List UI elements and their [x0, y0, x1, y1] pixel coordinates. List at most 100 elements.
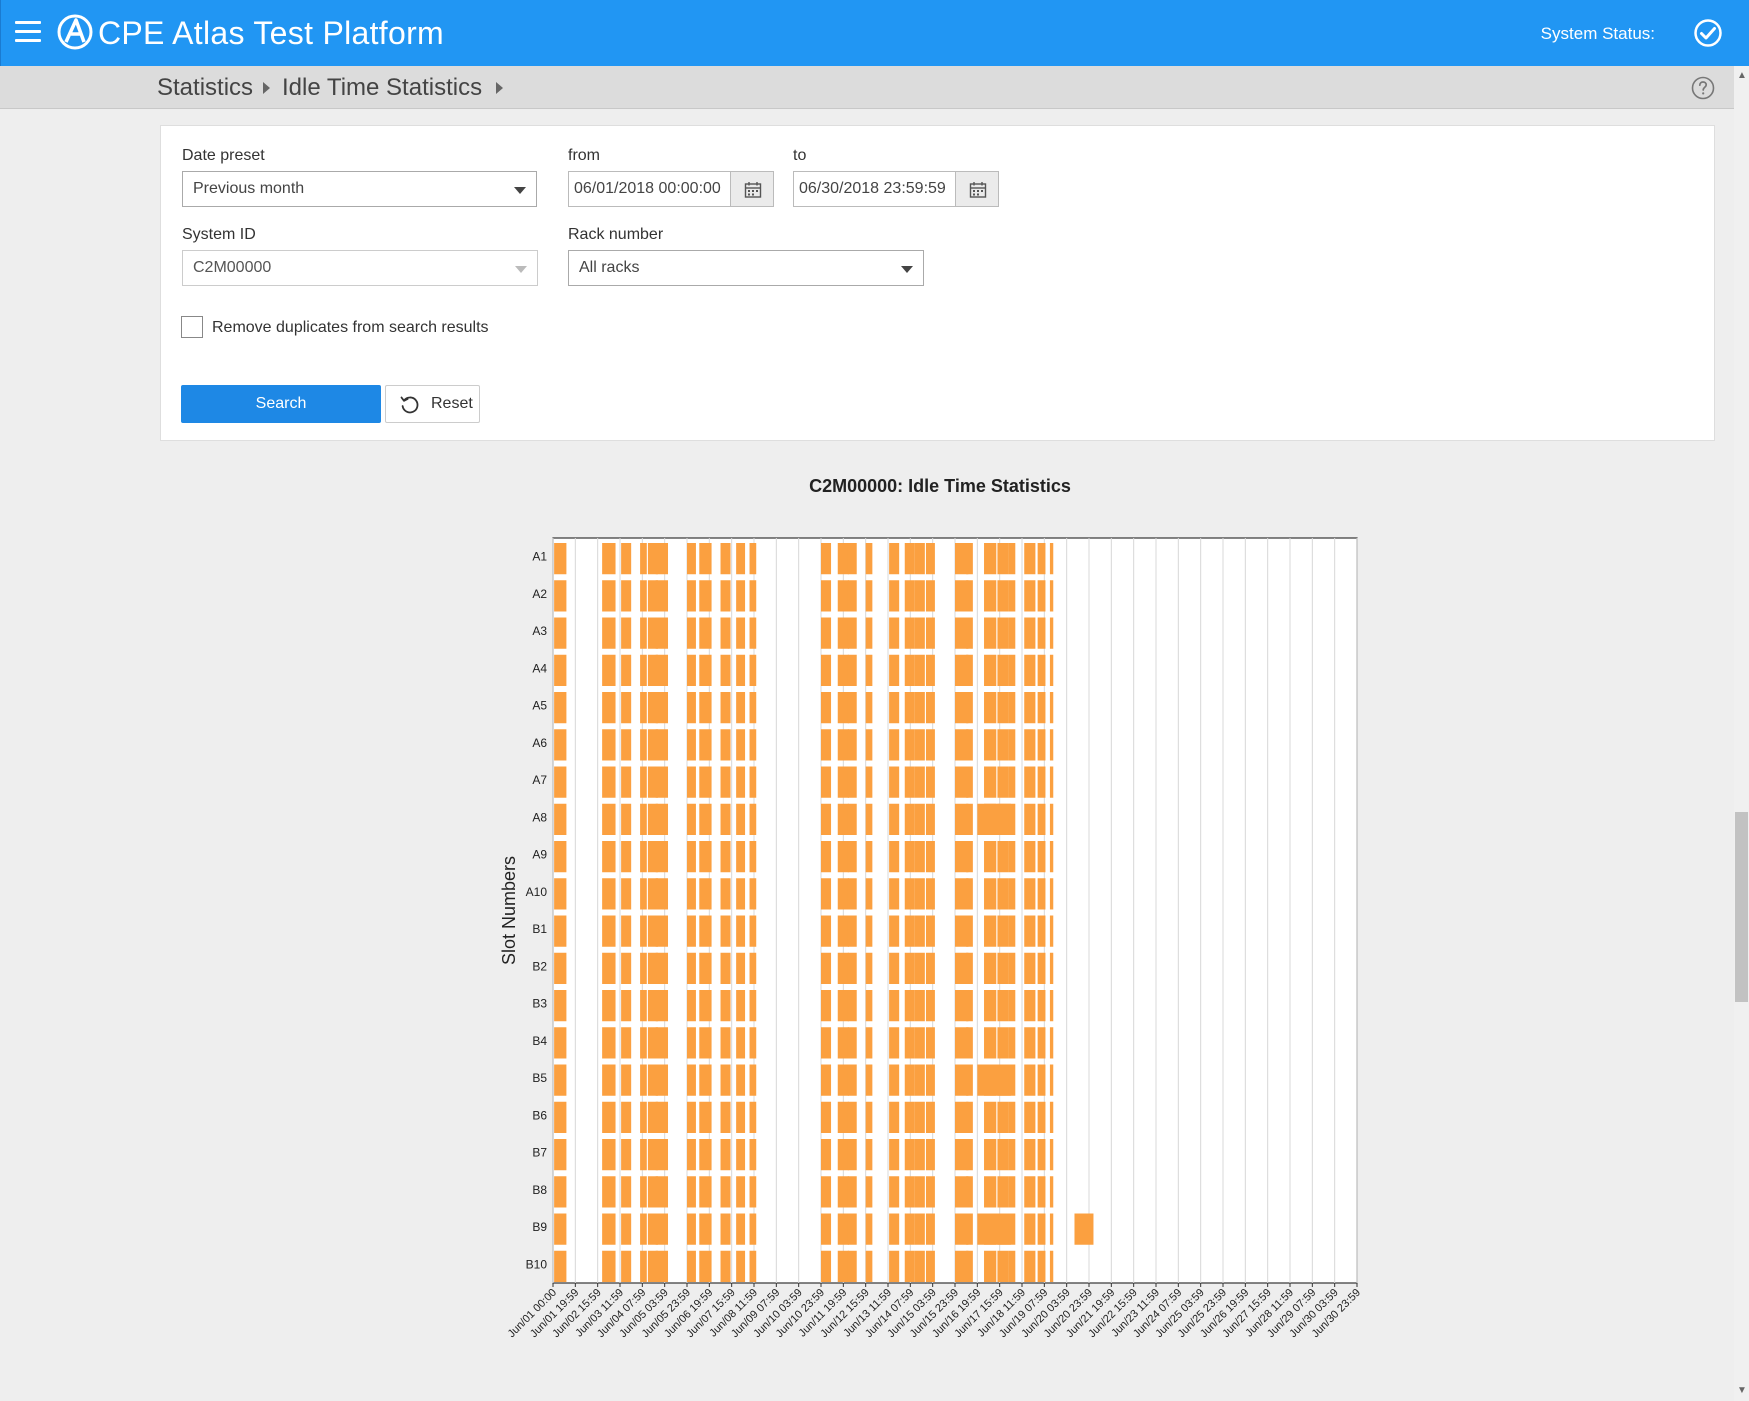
breadcrumb-idle-time-statistics[interactable]: Idle Time Statistics: [282, 74, 482, 102]
x-tick-label: Jun/02 15:59: [550, 1287, 603, 1340]
idle-bar: [749, 841, 757, 873]
idle-bar: [904, 990, 915, 1022]
idle-bar: [640, 803, 647, 835]
idle-bar: [1049, 952, 1054, 984]
idle-bar: [914, 543, 925, 575]
y-tick-label: A7: [532, 773, 547, 787]
idle-bar: [847, 841, 857, 873]
idle-bar: [736, 1213, 746, 1245]
idle-bar: [904, 766, 915, 798]
check-circle-icon[interactable]: [1693, 18, 1723, 48]
idle-bar: [955, 803, 969, 835]
idle-bar: [655, 1213, 669, 1245]
idle-bar: [699, 580, 712, 612]
scroll-down-icon[interactable]: ▼: [1737, 1385, 1747, 1396]
idle-bar: [640, 1176, 647, 1208]
idle-bar: [914, 1250, 925, 1282]
breadcrumb-statistics[interactable]: Statistics: [157, 74, 253, 102]
calendar-icon: [969, 182, 987, 198]
scrollbar-thumb[interactable]: [1735, 812, 1748, 1002]
remove-duplicates-checkbox[interactable]: [181, 316, 203, 338]
idle-bar: [655, 915, 669, 947]
idle-bar: [621, 1064, 632, 1096]
remove-duplicates-label[interactable]: Remove duplicates from search results: [212, 319, 489, 337]
menu-icon[interactable]: [15, 21, 41, 45]
idle-bar: [889, 878, 900, 910]
idle-bar: [925, 1250, 935, 1282]
x-tick-label: Jun/22 15:59: [1086, 1287, 1139, 1340]
y-tick-label: A1: [532, 550, 547, 564]
chart-title: C2M00000: Idle Time Statistics: [809, 476, 1071, 496]
idle-bar: [699, 692, 712, 724]
idle-bar: [925, 1101, 935, 1133]
idle-bar: [621, 915, 632, 947]
to-date-input[interactable]: 06/30/2018 23:59:59: [793, 171, 956, 207]
x-tick-label: Jun/27 15:59: [1220, 1287, 1273, 1340]
from-date-input[interactable]: 06/01/2018 00:00:00: [568, 171, 731, 207]
search-button[interactable]: Search: [181, 385, 381, 423]
rack-number-label: Rack number: [568, 226, 664, 243]
idle-bar: [640, 1027, 647, 1059]
idle-bar: [699, 1027, 712, 1059]
idle-bar: [1024, 1176, 1036, 1208]
idle-bar: [554, 1176, 567, 1208]
idle-bar: [955, 878, 969, 910]
idle-bar: [687, 878, 696, 910]
page-scrollbar[interactable]: [1734, 66, 1749, 1401]
idle-bar: [621, 617, 632, 649]
idle-bar: [1037, 543, 1046, 575]
idle-bar: [749, 1064, 757, 1096]
idle-bar: [955, 1027, 969, 1059]
idle-bar: [720, 729, 731, 761]
system-id-value: C2M00000: [193, 259, 272, 276]
idle-bar: [640, 729, 647, 761]
to-calendar-button[interactable]: [955, 171, 999, 207]
idle-bar: [621, 766, 632, 798]
reset-button[interactable]: Reset: [385, 385, 480, 423]
idle-bar: [984, 1064, 997, 1096]
idle-bar: [1024, 915, 1036, 947]
idle-bar: [966, 1101, 973, 1133]
idle-bar: [647, 1176, 658, 1208]
idle-bar: [837, 1101, 849, 1133]
idle-bar: [720, 1027, 731, 1059]
x-tick-label: Jun/05 23:59: [640, 1287, 693, 1340]
idle-bar: [865, 1064, 873, 1096]
idle-bar: [847, 1250, 857, 1282]
rack-number-select[interactable]: All racks: [568, 250, 924, 286]
idle-bar: [837, 915, 849, 947]
idle-bar: [865, 803, 873, 835]
date-preset-label: Date preset: [182, 147, 265, 164]
idle-bar: [736, 878, 746, 910]
system-id-select[interactable]: C2M00000: [182, 250, 538, 286]
idle-bar: [865, 617, 873, 649]
idle-bar: [925, 617, 935, 649]
to-label: to: [793, 147, 807, 164]
idle-bar: [720, 580, 731, 612]
idle-bar: [554, 654, 567, 686]
x-tick-label: Jun/20 03:59: [1019, 1287, 1072, 1340]
date-preset-select[interactable]: Previous month: [182, 171, 537, 207]
from-calendar-button[interactable]: [730, 171, 774, 207]
idle-bar: [914, 1176, 925, 1208]
idle-bar: [837, 878, 849, 910]
idle-bar: [1008, 878, 1016, 910]
idle-bar: [865, 1176, 873, 1208]
idle-bar: [914, 766, 925, 798]
idle-bar: [1008, 729, 1016, 761]
idle-bar: [687, 543, 696, 575]
idle-bar: [837, 1139, 849, 1171]
x-tick-label: Jun/20 23:59: [1042, 1287, 1095, 1340]
idle-bar: [720, 915, 731, 947]
idle-bar: [1049, 1027, 1054, 1059]
help-icon[interactable]: [1691, 76, 1715, 100]
idle-bar: [1049, 1176, 1054, 1208]
scroll-up-icon[interactable]: ▲: [1737, 70, 1747, 81]
idle-bar: [720, 1213, 731, 1245]
idle-bar: [1049, 878, 1054, 910]
idle-bar: [925, 915, 935, 947]
x-tick-label: Jun/04 07:59: [595, 1287, 648, 1340]
x-tick-label: Jun/21 19:59: [1064, 1287, 1117, 1340]
x-tick-label: Jun/24 07:59: [1131, 1287, 1184, 1340]
idle-bar: [647, 654, 658, 686]
